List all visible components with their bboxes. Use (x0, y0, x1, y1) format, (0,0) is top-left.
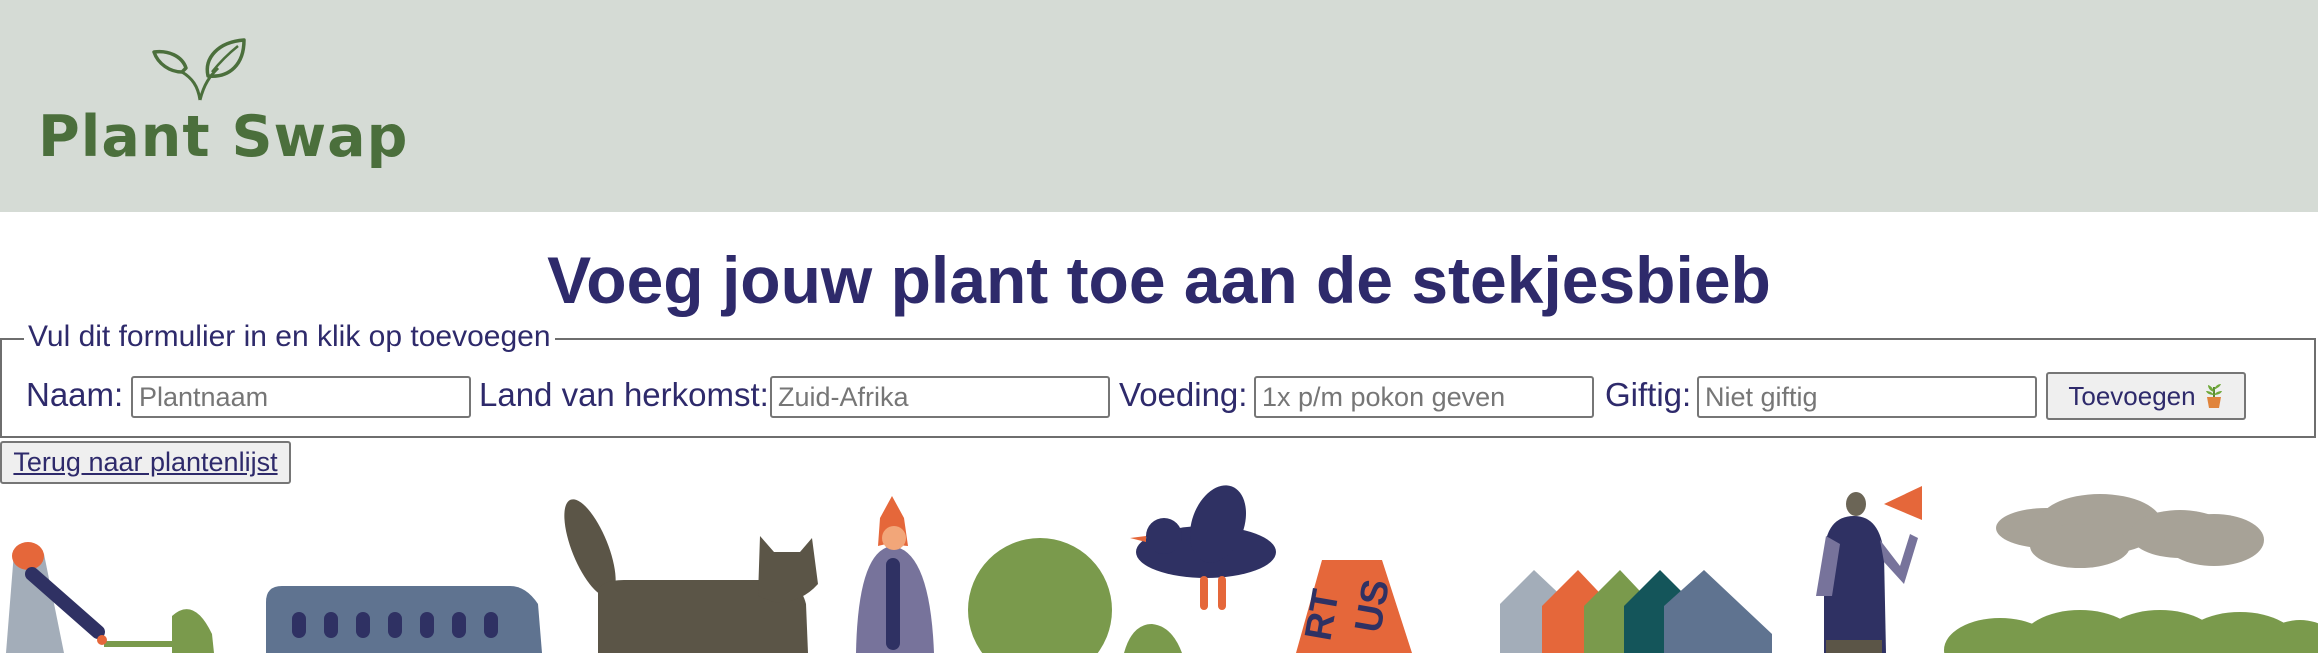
origin-input[interactable] (770, 376, 1110, 418)
donkey (564, 499, 818, 653)
add-button[interactable]: Toevoegen (2046, 372, 2246, 420)
sign-text-line-1: RT (1298, 586, 1348, 643)
person-with-stroller (6, 542, 214, 653)
orange-sign: RT US (1296, 560, 1412, 653)
decorative-illustration: RT US (6, 485, 2318, 653)
plant-swap-logo[interactable]: Plant Swap (38, 38, 407, 178)
houses (1500, 570, 1772, 653)
add-plant-form: Vul dit formulier in en klik op toevoege… (0, 320, 2316, 438)
name-input[interactable] (131, 376, 471, 418)
page-title: Voeg jouw plant toe aan de stekjesbieb (547, 243, 1771, 317)
person-with-megaphone (1816, 486, 1922, 653)
leaves-icon (152, 38, 246, 101)
form-legend: Vul dit formulier in en klik op toevoege… (24, 320, 555, 354)
toxic-label: Giftig: (1605, 376, 1692, 413)
origin-label: Land van herkomst: (479, 376, 769, 413)
add-button-label: Toevoegen (2068, 380, 2196, 411)
nutrition-label: Voeding: (1119, 376, 1248, 413)
potted-plant-icon (2205, 384, 2222, 408)
name-label: Naam: (26, 376, 124, 413)
bird (1130, 485, 1276, 610)
nutrition-input[interactable] (1254, 376, 1594, 418)
site-header: Plant Swap (0, 0, 2318, 212)
toxic-input[interactable] (1697, 376, 2037, 418)
tram (266, 586, 542, 653)
logo-text: Plant Swap (38, 104, 409, 170)
hedge (1944, 610, 2318, 653)
back-to-plant-list-button[interactable]: Terug naar plantenlijst (0, 441, 291, 484)
gnome (856, 496, 934, 653)
cloud (1996, 494, 2264, 568)
